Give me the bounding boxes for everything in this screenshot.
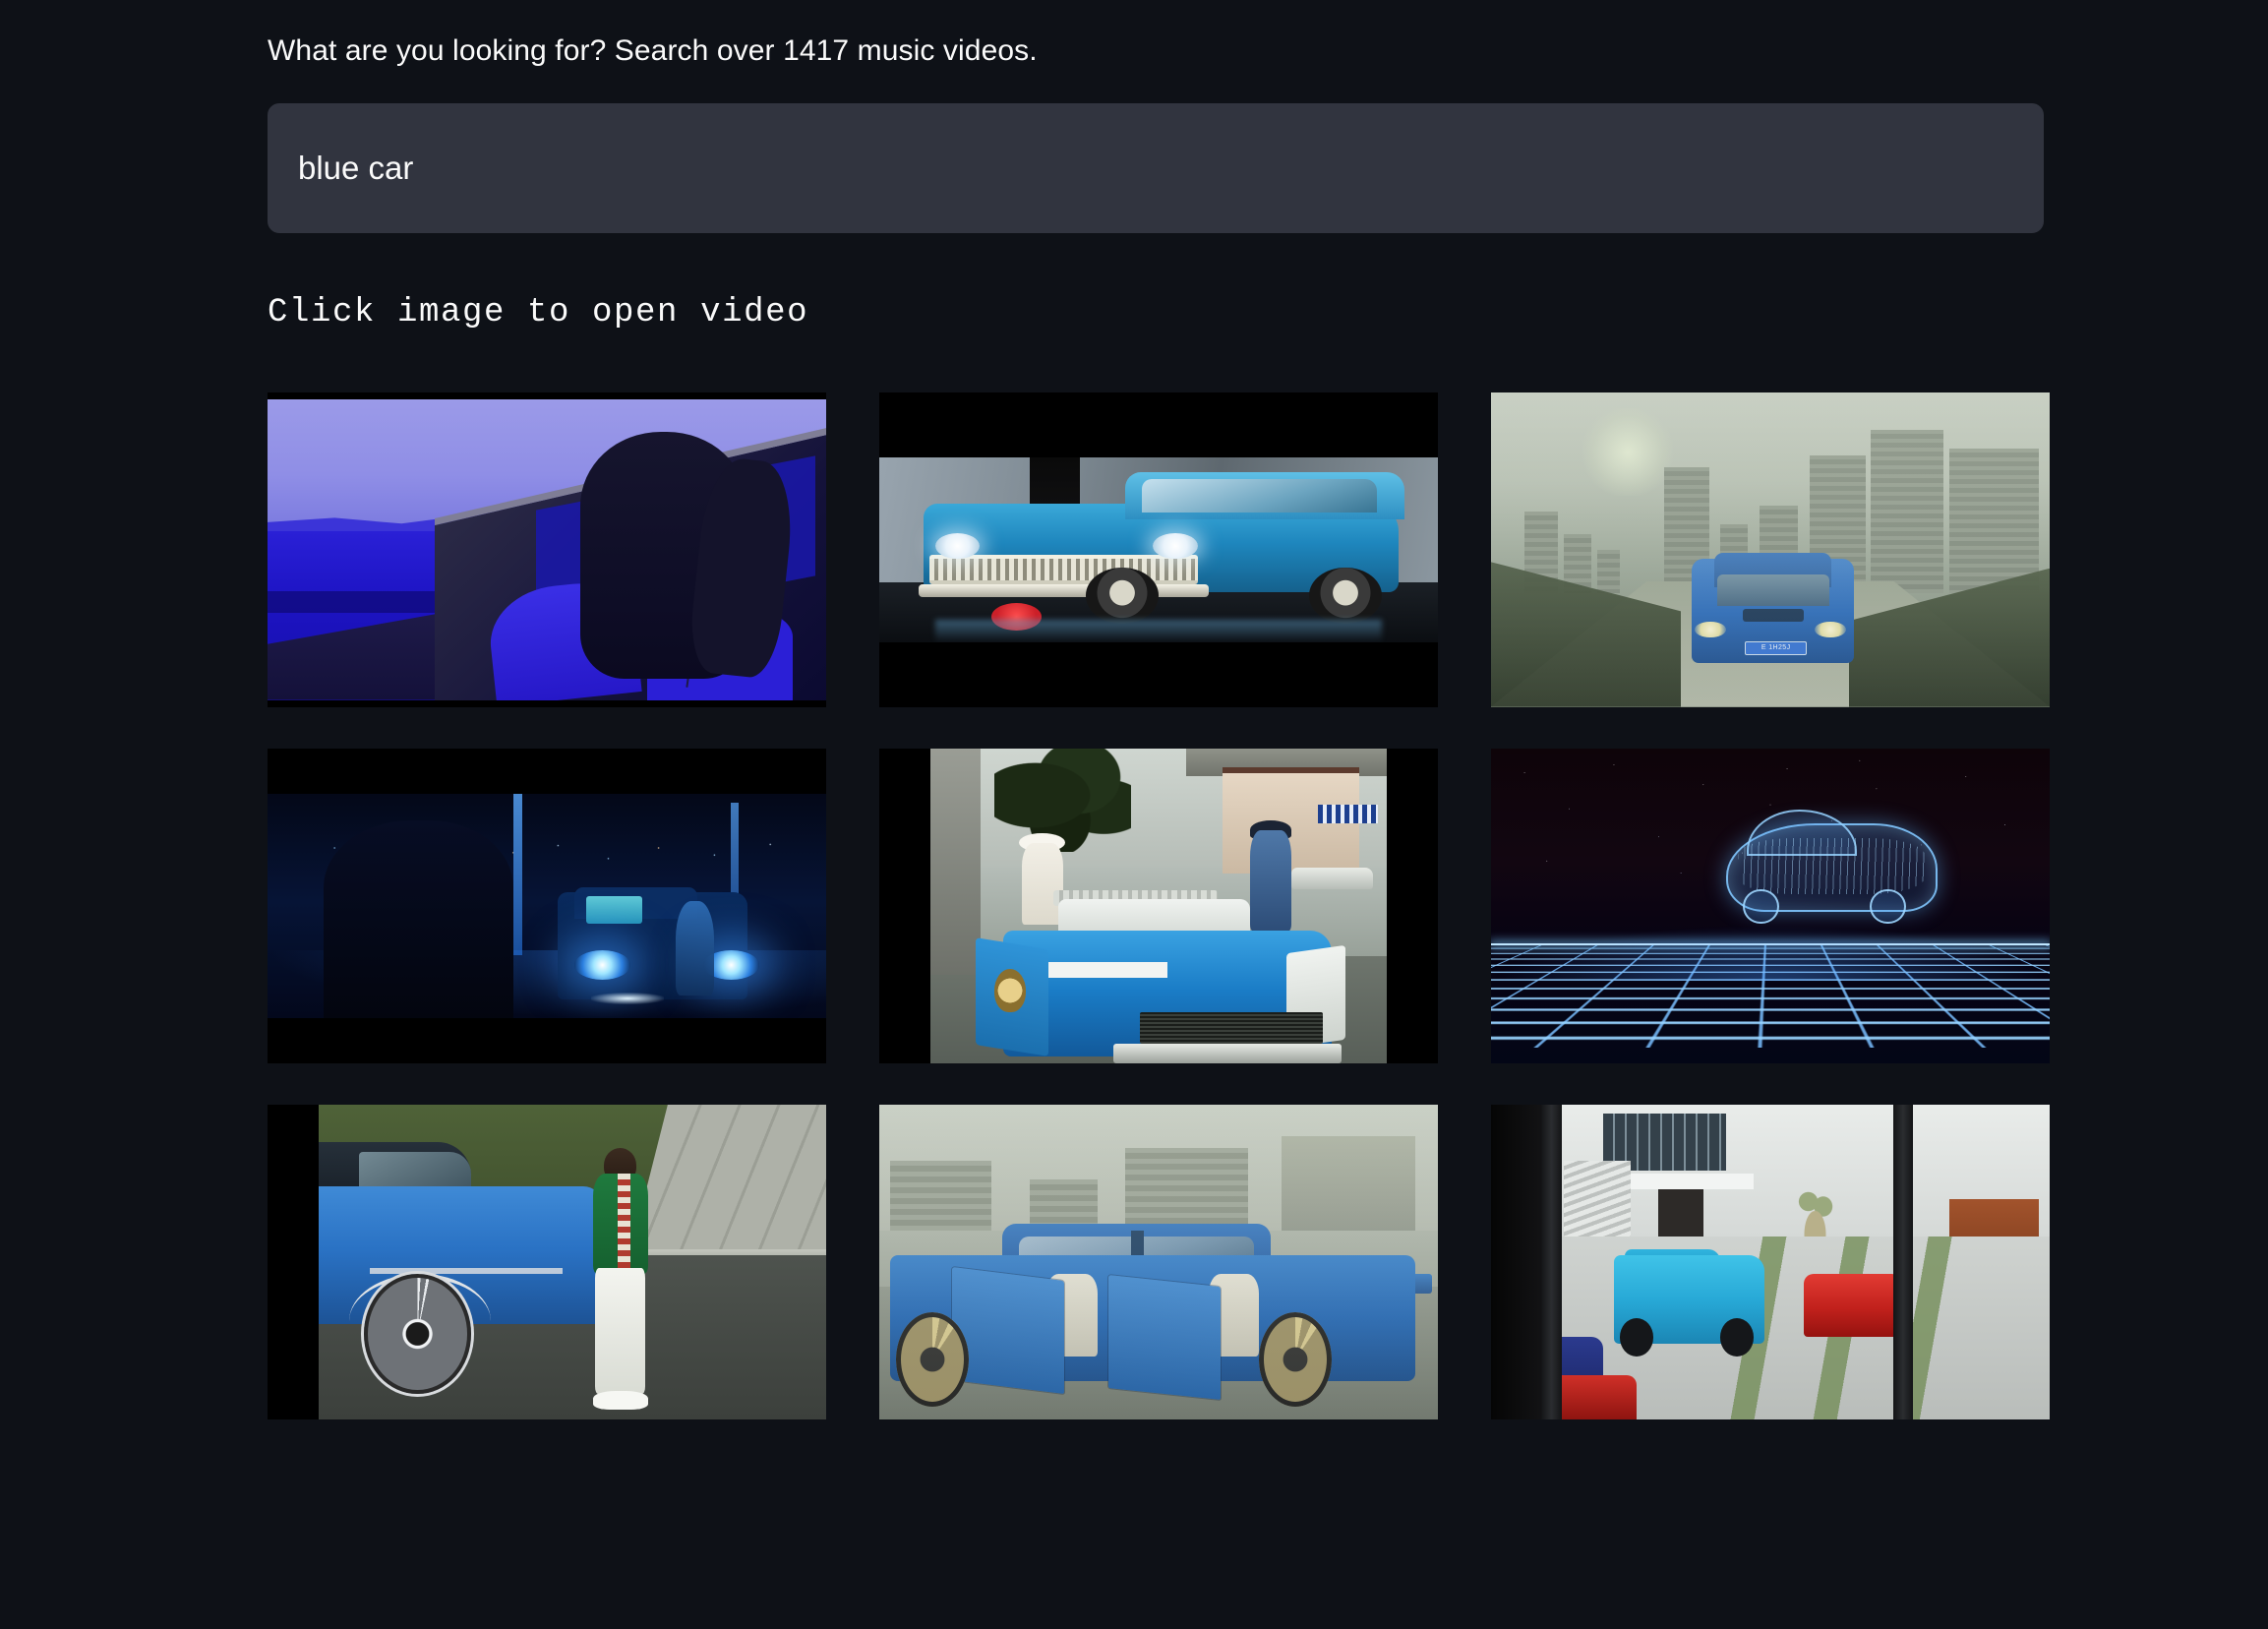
thumbnail-image-5 (879, 748, 1438, 1063)
thumbnail-image-2 (879, 392, 1438, 707)
search-container (268, 102, 2044, 233)
result-thumbnail-8[interactable]: Blue Subaru Impreza WRX STI with gold wh… (879, 1104, 1438, 1419)
result-thumbnail-7[interactable]: Blue classic donk car with large chrome … (268, 1104, 826, 1419)
click-hint-label: Click image to open video (268, 293, 809, 332)
thumbnail-image-6 (1491, 748, 2050, 1063)
app-root: What are you looking for? Search over 14… (0, 0, 2268, 1629)
result-thumbnail-4[interactable]: Night scene with a car with glowing blue… (268, 748, 826, 1063)
thumbnail-image-9 (1491, 1104, 2050, 1419)
thumbnail-image-4 (268, 748, 826, 1063)
search-input[interactable] (268, 102, 2044, 233)
result-thumbnail-2[interactable]: Classic 1950s blue Chevrolet with chrome… (879, 392, 1438, 707)
result-thumbnail-1[interactable]: Blue-tinted music video still of a woman… (268, 392, 826, 707)
page-title: What are you looking for? Search over 14… (268, 34, 1038, 67)
thumbnail-image-8 (879, 1104, 1438, 1419)
thumbnail-image-7 (268, 1104, 826, 1419)
license-plate-3: E 1H25J (1745, 641, 1807, 655)
thumbnail-image-3: E 1H25J (1491, 392, 2050, 707)
result-thumbnail-6[interactable]: Retro synthwave wireframe sedan floating… (1491, 748, 2050, 1063)
result-thumbnail-5[interactable]: Vintage blue NYPD police cruiser with do… (879, 748, 1438, 1063)
result-thumbnail-3[interactable]: E 1H25J Blue Subaru Impreza WRX driving … (1491, 392, 2050, 707)
results-grid: Blue-tinted music video still of a woman… (268, 392, 2050, 1419)
result-thumbnail-9[interactable]: View through a window of a modern mansio… (1491, 1104, 2050, 1419)
thumbnail-image-1 (268, 392, 826, 707)
